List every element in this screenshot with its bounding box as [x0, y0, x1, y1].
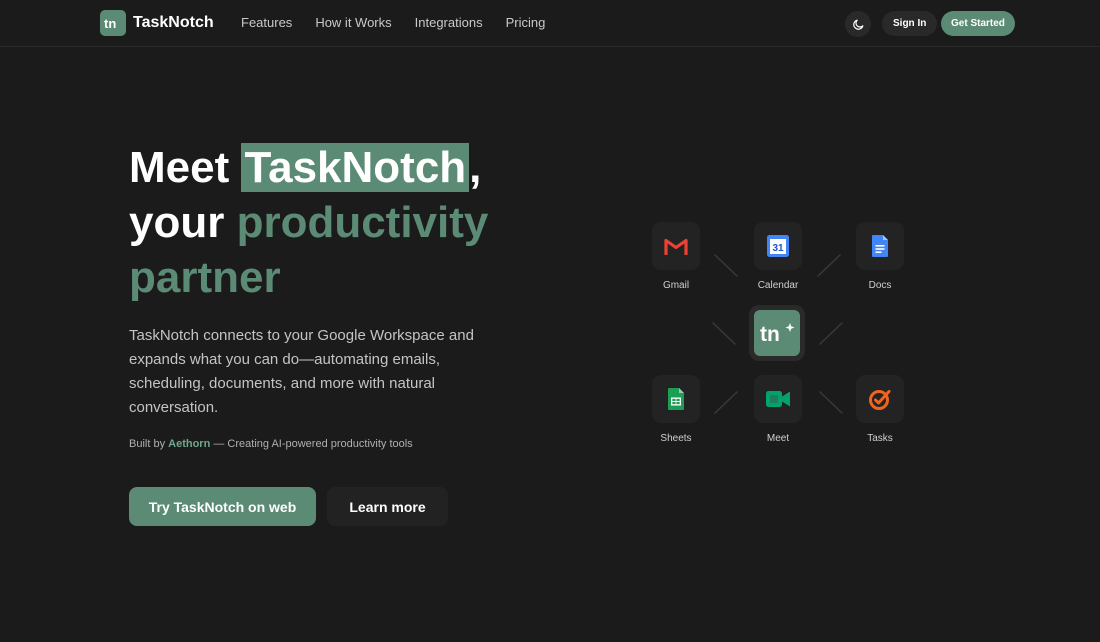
headline-comma: , [469, 143, 482, 192]
integrations-diagram: Gmail 31 Calendar Docs tn Sheets Meet Ta… [640, 210, 920, 460]
tasks-tile[interactable] [856, 375, 904, 423]
built-by-suffix: — Creating AI-powered productivity tools [210, 438, 413, 450]
brand-name: TaskNotch [133, 14, 214, 31]
tasknotch-hub-tile: tn [749, 305, 805, 361]
svg-text:tn: tn [760, 323, 780, 346]
built-by-prefix: Built by [129, 438, 169, 450]
sign-in-button[interactable]: Sign In [882, 11, 938, 36]
try-on-web-button[interactable]: Try TaskNotch on web [129, 487, 316, 526]
gmail-tile[interactable] [652, 222, 700, 270]
headline-your: your [129, 198, 237, 247]
hero-description: TaskNotch connects to your Google Worksp… [129, 327, 474, 416]
docs-label: Docs [868, 280, 892, 291]
docs-icon [872, 235, 888, 257]
headline-highlight: TaskNotch [241, 143, 470, 192]
meet-label: Meet [766, 433, 790, 444]
top-nav: tn TaskNotch Features How it Works Integ… [0, 0, 1100, 47]
calendar-tile[interactable]: 31 [754, 222, 802, 270]
learn-more-button[interactable]: Learn more [327, 487, 448, 526]
tasks-label: Tasks [867, 433, 893, 444]
calendar-label: Calendar [757, 280, 799, 291]
sheets-label: Sheets [660, 433, 692, 444]
nav-link-integrations[interactable]: Integrations [415, 15, 483, 30]
meet-icon [766, 391, 790, 407]
hero-headline: Meet TaskNotch, your productivity partne… [129, 140, 609, 305]
calendar-icon: 31 [767, 235, 789, 257]
docs-tile[interactable] [856, 222, 904, 270]
svg-text:31: 31 [772, 243, 784, 254]
headline-meet: Meet [129, 143, 242, 192]
svg-text:tn: tn [104, 16, 116, 30]
nav-links: Features How it Works Integrations Prici… [241, 15, 545, 30]
sheets-tile[interactable] [652, 375, 700, 423]
gmail-icon [664, 238, 688, 255]
meet-tile[interactable] [754, 375, 802, 423]
nav-link-how-it-works[interactable]: How it Works [315, 15, 391, 30]
tasknotch-logo-icon: tn [100, 10, 126, 36]
get-started-button[interactable]: Get Started [941, 11, 1015, 36]
tasks-icon [869, 390, 891, 410]
brand-logo[interactable]: tn TaskNotch [100, 10, 214, 36]
gmail-label: Gmail [662, 280, 690, 291]
nav-link-pricing[interactable]: Pricing [506, 15, 546, 30]
built-by-line: Built by Aethorn — Creating AI-powered p… [129, 438, 413, 450]
moon-icon [852, 19, 863, 30]
nav-link-features[interactable]: Features [241, 15, 292, 30]
tasknotch-logo-icon: tn [754, 310, 800, 356]
aethorn-link[interactable]: Aethorn [168, 438, 210, 450]
theme-toggle-button[interactable] [845, 11, 871, 37]
sheets-icon [668, 388, 684, 410]
